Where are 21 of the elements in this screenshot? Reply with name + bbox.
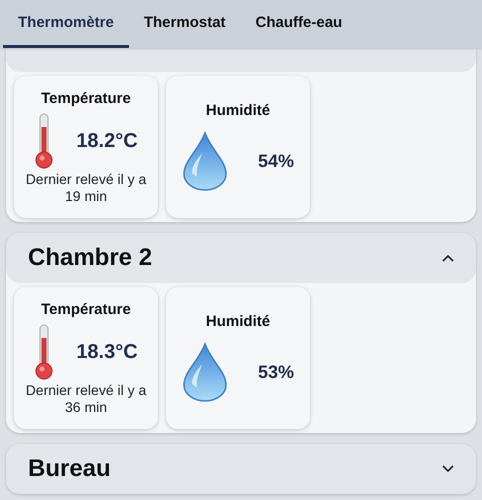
sensor-value: 54% xyxy=(258,150,294,172)
section-header[interactable]: Bureau xyxy=(6,444,476,494)
sensor-value: 53% xyxy=(258,362,294,382)
tab[interactable]: Chauffe-eau xyxy=(240,0,358,48)
thermometer-icon xyxy=(34,113,54,169)
sensor-value: 18.2°C xyxy=(76,130,138,152)
thermometer-icon xyxy=(34,324,54,380)
section-header[interactable]: Chambre 2 xyxy=(6,233,476,283)
card-title: Humidité xyxy=(206,102,270,119)
card-title: Humidité xyxy=(206,313,270,330)
section-title: Chambre 2 xyxy=(28,244,152,272)
water-drop-icon xyxy=(182,131,228,191)
card-title: Température xyxy=(41,90,131,107)
last-reading-text: Dernier relevé il y a 19 min xyxy=(24,171,148,205)
section-title: Bureau xyxy=(28,455,111,483)
water-drop-icon xyxy=(182,342,228,402)
tab[interactable]: Thermostat xyxy=(128,0,241,48)
sensor-value: 18.3°C xyxy=(76,340,138,364)
card-title: Température xyxy=(41,301,131,318)
last-reading-text: Dernier relevé il y a 36 min xyxy=(24,382,148,416)
section-header[interactable] xyxy=(6,48,476,72)
